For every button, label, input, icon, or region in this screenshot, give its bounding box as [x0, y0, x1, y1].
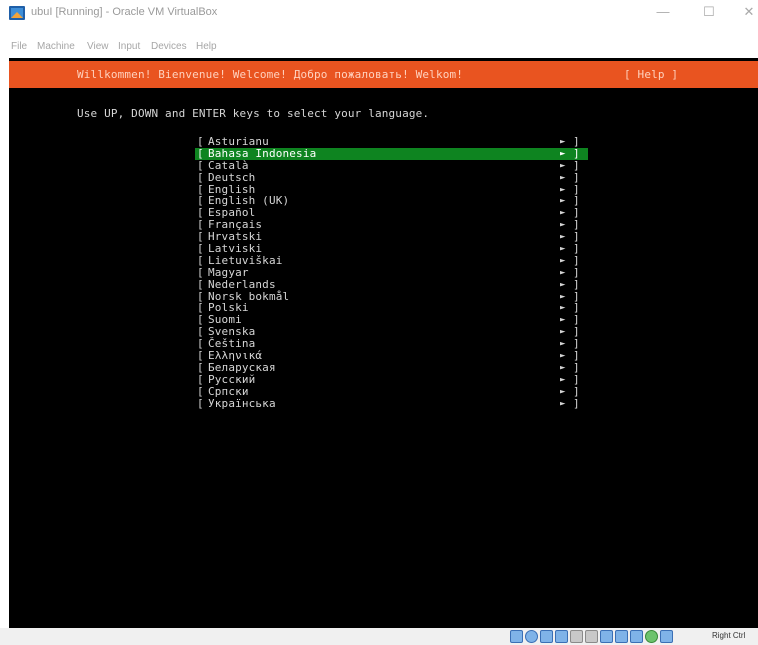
host-key-label: Right Ctrl — [712, 631, 746, 640]
language-option[interactable]: [Norsk bokmål ►] — [195, 290, 588, 303]
submenu-arrow-icon: ► — [560, 362, 566, 373]
right-bracket: ] — [573, 277, 580, 291]
menu-machine[interactable]: Machine — [37, 41, 75, 52]
menu-view[interactable]: View — [87, 41, 109, 52]
installer-header: Willkommen! Bienvenue! Welcome! Добро по… — [9, 61, 758, 88]
language-list: [Asturianu ►][Bahasa Indonesia ►][Català ►]… — [195, 136, 588, 409]
right-bracket: ] — [573, 170, 580, 184]
instruction-text: Use UP, DOWN and ENTER keys to select yo… — [77, 107, 430, 120]
submenu-arrow-icon: ► — [560, 315, 566, 326]
submenu-arrow-icon: ► — [560, 291, 566, 302]
submenu-arrow-icon: ► — [560, 327, 566, 338]
submenu-arrow-icon: ► — [560, 137, 566, 147]
close-button[interactable]: ✕ — [738, 3, 758, 21]
virtualbox-app-icon — [9, 6, 25, 20]
menu-bar: File Machine View Input Devices Help — [0, 26, 758, 58]
left-bracket: [ — [197, 265, 204, 279]
language-option[interactable]: [Lietuviškai ►] — [195, 254, 588, 267]
right-bracket: ] — [573, 372, 580, 386]
status-icons — [510, 630, 673, 643]
shared-folders-icon[interactable] — [585, 630, 598, 643]
language-option[interactable]: [Bahasa Indonesia ►] — [195, 147, 588, 160]
submenu-arrow-icon: ► — [560, 303, 566, 314]
hard-disk-icon[interactable] — [510, 630, 523, 643]
language-label: Deutsch — [208, 170, 256, 184]
language-option[interactable]: [ Magyar ►] — [195, 265, 588, 279]
language-option[interactable]: [Polski ►] — [195, 302, 588, 314]
minimize-button[interactable]: — — [652, 3, 674, 21]
language-label: Українська — [208, 396, 276, 410]
network-icon[interactable] — [555, 630, 568, 643]
guest-additions-icon[interactable] — [645, 630, 658, 643]
submenu-arrow-icon: ► — [560, 351, 566, 362]
right-bracket: ] — [573, 265, 580, 279]
language-label: Nederlands — [208, 277, 276, 291]
submenu-arrow-icon: ► — [560, 267, 566, 278]
display-icon[interactable] — [600, 630, 613, 643]
keyboard-capture-icon[interactable] — [660, 630, 673, 643]
welcome-banner: Willkommen! Bienvenue! Welcome! Добро по… — [77, 68, 464, 81]
menu-devices[interactable]: Devices — [151, 41, 187, 52]
right-bracket: ] — [573, 384, 580, 398]
title-bar[interactable]: ubuI [Running] - Oracle VM VirtualBox — … — [0, 0, 758, 26]
submenu-arrow-icon: ► — [560, 220, 566, 231]
submenu-arrow-icon: ► — [560, 172, 566, 183]
window-title: ubuI [Running] - Oracle VM VirtualBox — [31, 6, 218, 18]
menu-file[interactable]: File — [11, 41, 27, 52]
submenu-arrow-icon: ► — [560, 279, 566, 290]
left-bracket: [ — [197, 372, 204, 386]
status-bar: Right Ctrl — [0, 628, 758, 645]
submenu-arrow-icon: ► — [560, 339, 566, 350]
left-bracket: [ — [197, 158, 204, 172]
submenu-arrow-icon: ► — [560, 184, 566, 195]
language-option[interactable]: [ Українська ►] — [195, 396, 588, 410]
submenu-arrow-icon: ► — [560, 196, 566, 207]
left-bracket: [ — [197, 396, 204, 410]
usb-icon[interactable] — [570, 630, 583, 643]
submenu-arrow-icon: ► — [560, 232, 566, 243]
language-option[interactable]: [ Català ►] — [195, 158, 588, 172]
submenu-arrow-icon: ► — [560, 208, 566, 219]
submenu-arrow-icon: ► — [560, 386, 566, 397]
virtualbox-window: ubuI [Running] - Oracle VM VirtualBox — … — [0, 0, 758, 645]
menu-help[interactable]: Help — [196, 41, 217, 52]
left-bracket: [ — [197, 170, 204, 184]
language-label: Magyar — [208, 265, 249, 279]
submenu-arrow-icon: ► — [560, 398, 566, 409]
right-bracket: ] — [573, 396, 580, 410]
left-bracket: [ — [197, 277, 204, 291]
video-capture-icon[interactable] — [615, 630, 628, 643]
cpu-icon[interactable] — [630, 630, 643, 643]
maximize-button[interactable]: ☐ — [698, 3, 720, 21]
audio-icon[interactable] — [540, 630, 553, 643]
submenu-arrow-icon: ► — [560, 160, 566, 171]
language-option[interactable]: [ Nederlands ►] — [195, 277, 588, 291]
language-label: Српски — [208, 384, 249, 398]
help-button[interactable]: [ Help ] — [624, 68, 678, 81]
language-option[interactable]: [ Deutsch ►] — [195, 170, 588, 184]
vm-display[interactable]: Willkommen! Bienvenue! Welcome! Добро по… — [9, 58, 758, 628]
submenu-arrow-icon: ► — [560, 148, 566, 159]
submenu-arrow-icon: ► — [560, 374, 566, 385]
submenu-arrow-icon: ► — [560, 255, 566, 266]
language-option[interactable]: [ Српски ►] — [195, 384, 588, 398]
language-label: Русский — [208, 372, 256, 386]
right-bracket: ] — [573, 158, 580, 172]
left-bracket: [ — [197, 384, 204, 398]
submenu-arrow-icon: ► — [560, 244, 566, 255]
menu-input[interactable]: Input — [118, 41, 140, 52]
language-label: Català — [208, 158, 249, 172]
language-option[interactable]: [ Русский ►] — [195, 372, 588, 386]
optical-drive-icon[interactable] — [525, 630, 538, 643]
